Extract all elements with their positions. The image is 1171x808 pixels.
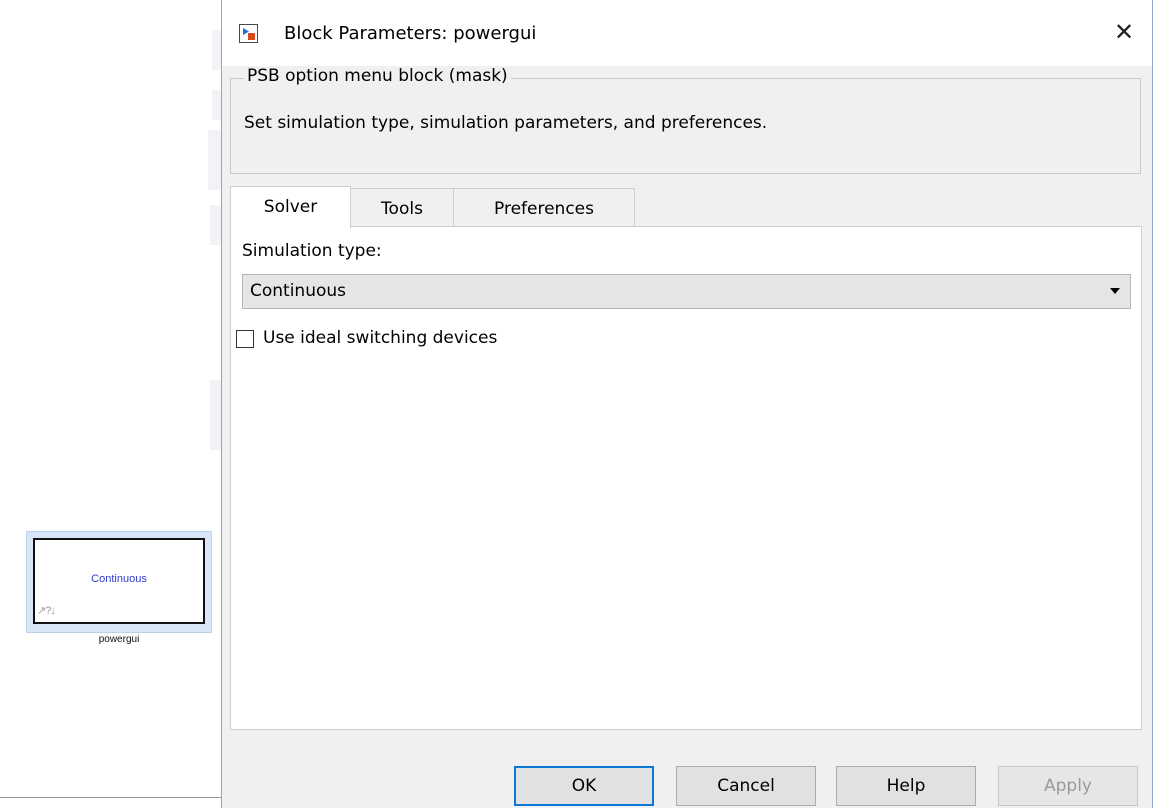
simulation-type-label: Simulation type: bbox=[242, 241, 382, 261]
cancel-button[interactable]: Cancel bbox=[676, 766, 816, 806]
chevron-down-icon bbox=[1110, 288, 1120, 294]
dialog-titlebar[interactable]: Block Parameters: powergui ✕ bbox=[222, 0, 1152, 66]
ok-button[interactable]: OK bbox=[514, 766, 654, 806]
canvas-divider bbox=[0, 797, 222, 798]
help-button[interactable]: Help bbox=[836, 766, 976, 806]
mask-group-legend: PSB option menu block (mask) bbox=[244, 66, 511, 86]
simulation-type-dropdown[interactable]: Continuous bbox=[242, 274, 1131, 309]
tab-tools[interactable]: Tools bbox=[350, 188, 454, 228]
tab-preferences[interactable]: Preferences bbox=[453, 188, 635, 228]
block-parameters-dialog: Block Parameters: powergui ✕ PSB option … bbox=[221, 0, 1153, 808]
block-name-label[interactable]: powergui bbox=[33, 634, 205, 645]
close-icon[interactable]: ✕ bbox=[1110, 18, 1138, 46]
powergui-block[interactable]: Continuous ↗?↓ bbox=[33, 538, 205, 624]
tab-solver[interactable]: Solver bbox=[230, 186, 351, 228]
simulation-type-value: Continuous bbox=[250, 281, 347, 301]
block-display-text: Continuous bbox=[91, 573, 147, 585]
dialog-title: Block Parameters: powergui bbox=[284, 23, 537, 44]
block-status-icons: ↗?↓ bbox=[37, 605, 56, 617]
ideal-switching-label[interactable]: Use ideal switching devices bbox=[263, 328, 497, 348]
mask-description-text: Set simulation type, simulation paramete… bbox=[244, 113, 768, 133]
block-parameters-icon bbox=[239, 24, 258, 43]
apply-button[interactable]: Apply bbox=[998, 766, 1138, 806]
ideal-switching-checkbox[interactable] bbox=[236, 330, 254, 348]
